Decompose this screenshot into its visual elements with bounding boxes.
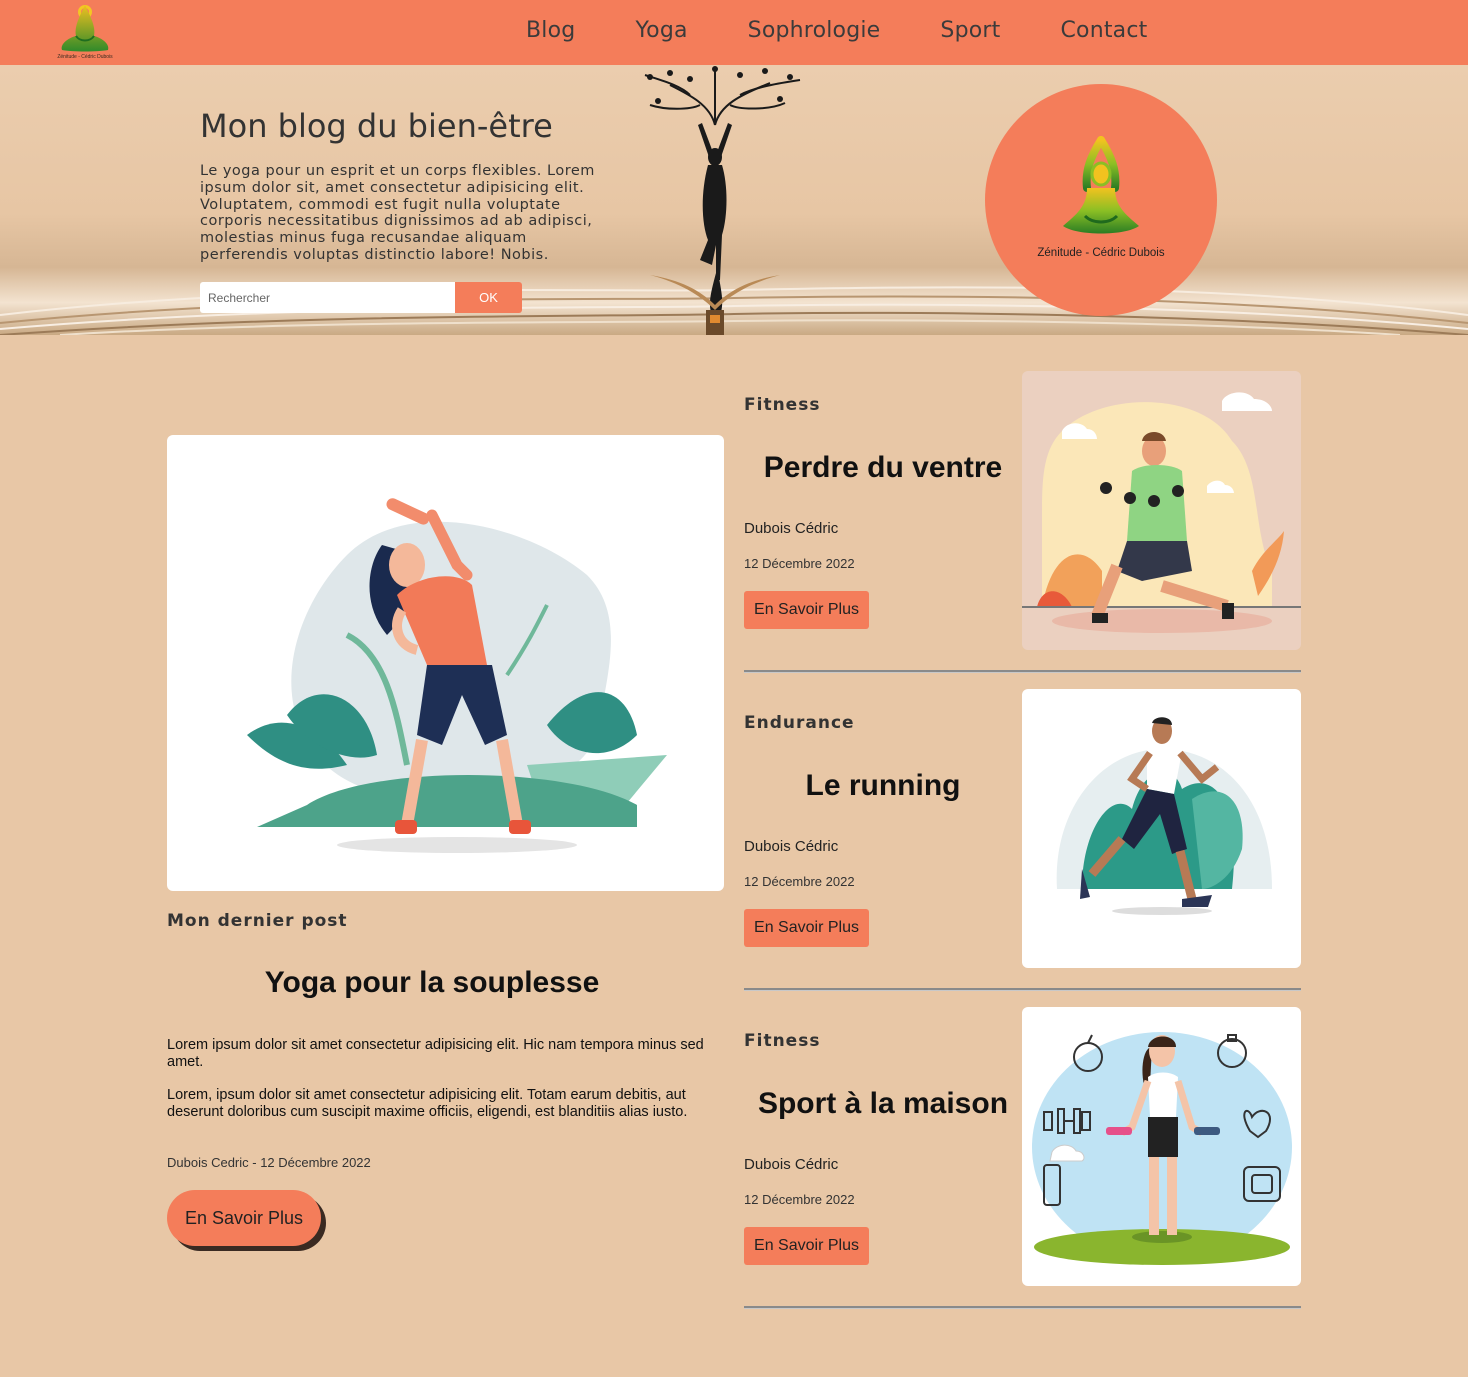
- post-category: Fitness: [744, 395, 821, 415]
- nav-link-sport[interactable]: Sport: [940, 18, 1000, 43]
- search-form: OK: [200, 282, 522, 313]
- nav-link-blog[interactable]: Blog: [526, 18, 575, 43]
- post-date: 12 Décembre 2022: [744, 556, 855, 571]
- search-button[interactable]: OK: [455, 282, 522, 313]
- post-divider: [744, 1306, 1301, 1309]
- post-card: Fitness Sport à la maison Dubois Cédric …: [744, 1007, 1301, 1310]
- nav-link-yoga[interactable]: Yoga: [635, 18, 687, 43]
- yoga-logo-icon: [61, 5, 109, 52]
- brand-circle: Zénitude - Cédric Dubois: [985, 84, 1217, 316]
- main-post-meta: Dubois Cedric - 12 Décembre 2022: [167, 1155, 371, 1170]
- post-divider: [744, 670, 1301, 673]
- post-card: Fitness Perdre du ventre Dubois Cédric 1…: [744, 371, 1301, 674]
- post-thumbnail[interactable]: [1022, 689, 1301, 968]
- post-category: Fitness: [744, 1031, 821, 1051]
- post-title[interactable]: Perdre du ventre: [744, 451, 1022, 485]
- main-post-image[interactable]: [167, 435, 724, 891]
- nav-links: Blog Yoga Sophrologie Sport Contact: [526, 18, 1147, 43]
- runner-illustration: [1056, 717, 1272, 915]
- nav-link-contact[interactable]: Contact: [1060, 18, 1147, 43]
- hero-title: Mon blog du bien-être: [200, 107, 553, 145]
- main-post-paragraph-1: Lorem ipsum dolor sit amet consectetur a…: [167, 1037, 704, 1070]
- main-post-category: Mon dernier post: [167, 911, 348, 931]
- hero-banner: Mon blog du bien-être Le yoga pour un es…: [0, 65, 1468, 335]
- home-workout-woman-illustration: [1032, 1032, 1292, 1265]
- stretching-woman-illustration: [247, 498, 667, 853]
- post-title[interactable]: Sport à la maison: [744, 1087, 1022, 1121]
- search-input[interactable]: [200, 282, 455, 313]
- site-logo[interactable]: Zénitude - Cédric Dubois: [50, 2, 120, 62]
- main-post-read-more-button[interactable]: En Savoir Plus: [167, 1190, 321, 1246]
- brand-caption: Zénitude - Cédric Dubois: [1037, 247, 1165, 259]
- post-date: 12 Décembre 2022: [744, 874, 855, 889]
- top-navbar: Zénitude - Cédric Dubois Blog Yoga Sophr…: [0, 0, 1468, 65]
- nav-link-sophrologie[interactable]: Sophrologie: [748, 18, 881, 43]
- post-author: Dubois Cédric: [744, 1156, 839, 1173]
- post-author: Dubois Cédric: [744, 520, 839, 537]
- post-thumbnail[interactable]: [1022, 371, 1301, 650]
- post-read-more-button[interactable]: En Savoir Plus: [744, 591, 869, 629]
- post-thumbnail[interactable]: [1022, 1007, 1301, 1286]
- post-title[interactable]: Le running: [744, 769, 1022, 803]
- main-post-paragraph-2: Lorem, ipsum dolor sit amet consectetur …: [167, 1087, 688, 1120]
- post-author: Dubois Cédric: [744, 838, 839, 855]
- yoga-tree-illustration: [644, 66, 801, 335]
- post-read-more-button[interactable]: En Savoir Plus: [744, 909, 869, 947]
- post-card: Endurance Le running Dubois Cédric 12 Dé…: [744, 689, 1301, 992]
- post-date: 12 Décembre 2022: [744, 1192, 855, 1207]
- logo-caption: Zénitude - Cédric Dubois: [57, 54, 113, 60]
- post-category: Endurance: [744, 713, 855, 733]
- post-read-more-button[interactable]: En Savoir Plus: [744, 1227, 869, 1265]
- dumbbell-man-illustration: [1022, 392, 1301, 633]
- hero-description: Le yoga pour un esprit et un corps flexi…: [200, 163, 595, 263]
- yoga-logo-icon: [1063, 136, 1139, 234]
- post-divider: [744, 988, 1301, 991]
- main-post-title[interactable]: Yoga pour la souplesse: [167, 966, 697, 1000]
